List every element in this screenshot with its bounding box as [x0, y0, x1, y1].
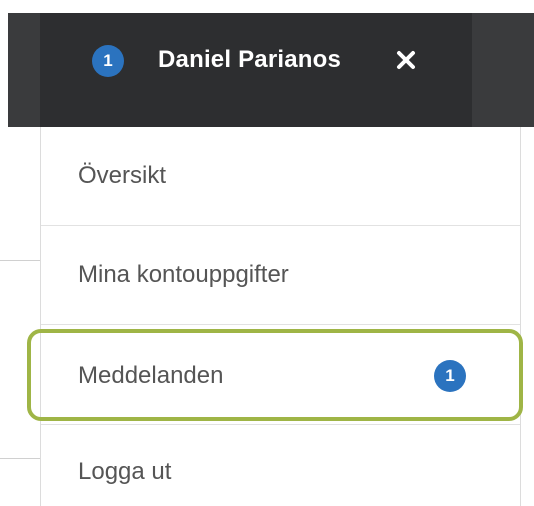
menu-item-logout[interactable]: Logga ut [41, 427, 520, 506]
menu-item-label: Översikt [78, 162, 167, 189]
user-menu-toggle[interactable]: 1 Daniel Parianos [40, 13, 472, 127]
user-name: Daniel Parianos [158, 46, 342, 73]
menu-divider [41, 424, 520, 425]
background-divider [0, 458, 40, 459]
menu-item-label: Meddelanden [78, 362, 224, 389]
menu-item-label: Logga ut [78, 458, 172, 485]
menu-divider [41, 324, 520, 325]
notification-count-badge: 1 [92, 45, 124, 77]
menu-item-oversikt[interactable]: Översikt [41, 127, 520, 225]
menu-item-label: Mina kontouppgifter [78, 261, 289, 288]
background-divider [0, 260, 40, 261]
messages-count-badge: 1 [434, 360, 466, 392]
menu-item-account-details[interactable]: Mina kontouppgifter [41, 226, 520, 324]
account-dropdown-menu: Översikt Mina kontouppgifter Meddelanden… [40, 127, 521, 506]
close-icon[interactable] [395, 49, 417, 71]
menu-item-messages[interactable]: Meddelanden 1 [41, 333, 520, 419]
account-menu-screenshot: 1 Daniel Parianos Översikt Mina kontoupp… [0, 0, 534, 506]
